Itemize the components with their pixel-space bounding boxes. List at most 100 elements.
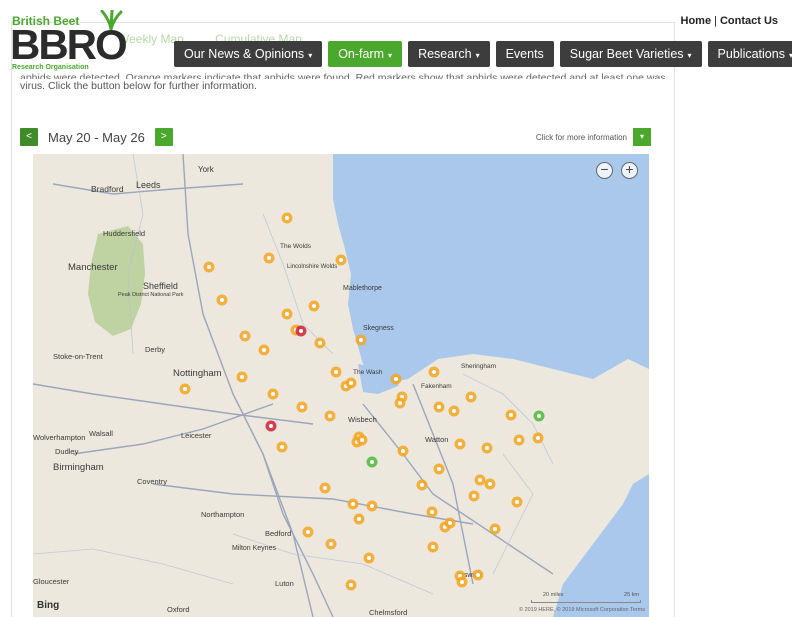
marker-center [262,348,266,352]
map-label: Leeds [136,180,161,190]
nav-our-news-opinions[interactable]: Our News & Opinions ▾ [174,41,323,67]
nav-label: Events [505,47,544,61]
aphid-marker-red[interactable] [295,325,307,337]
aphid-marker-orange[interactable] [474,474,486,486]
aphid-marker-orange[interactable] [258,344,270,356]
aphid-marker-green[interactable] [533,410,545,422]
aphid-marker-orange[interactable] [426,506,438,518]
marker-center [478,478,482,482]
marker-center [370,504,374,508]
aphid-marker-orange[interactable] [454,438,466,450]
aphid-marker-orange[interactable] [355,334,367,346]
marker-center [328,414,332,418]
map-canvas[interactable]: York Bradford Leeds Huddersfield Manchester S… [33,154,649,617]
zoom-out-button[interactable]: − [596,162,613,179]
logo-text-bbro: BBRO [10,21,128,68]
aphid-marker-green[interactable] [366,456,378,468]
marker-center [306,530,310,534]
aphid-marker-orange[interactable] [281,212,293,224]
marker-center [183,387,187,391]
aphid-marker-orange[interactable] [330,366,342,378]
nav-sugar-beet-varieties[interactable]: Sugar Beet Varieties ▾ [559,41,702,67]
nav-events[interactable]: Events [495,41,554,67]
contact-us-link[interactable]: Contact Us [720,15,778,27]
marker-center [437,405,441,409]
aphid-marker-orange[interactable] [319,482,331,494]
marker-center [517,438,521,442]
aphid-marker-orange[interactable] [444,517,456,529]
aphid-marker-orange[interactable] [276,441,288,453]
map-label: The Wolds [280,243,312,250]
aphid-marker-orange[interactable] [511,496,523,508]
marker-center [243,334,247,338]
aphid-marker-orange[interactable] [532,432,544,444]
marker-center [271,392,275,396]
aphid-marker-orange[interactable] [203,261,215,273]
aphid-marker-orange[interactable] [390,373,402,385]
map-label: Chelmsford [369,608,407,617]
aphid-marker-orange[interactable] [513,434,525,446]
nav-research[interactable]: Research ▾ [408,41,490,67]
home-link[interactable]: Home [681,15,712,27]
nav-publications[interactable]: Publications ▾ [707,41,792,67]
aphid-marker-orange[interactable] [236,371,248,383]
aphid-marker-orange[interactable] [433,463,445,475]
aphid-marker-orange[interactable] [416,479,428,491]
more-info-label: Click for more information [535,132,627,142]
next-week-button[interactable]: > [154,128,173,146]
marker-center [420,483,424,487]
aphid-marker-orange[interactable] [505,409,517,421]
aphid-marker-orange[interactable] [325,538,337,550]
aphid-marker-orange[interactable] [308,300,320,312]
aphid-marker-orange[interactable] [356,434,368,446]
marker-center [509,413,513,417]
more-info-dropdown-button[interactable]: ▾ [633,128,651,146]
zoom-in-button[interactable]: + [621,162,638,179]
aphid-marker-orange[interactable] [456,576,468,588]
aphid-marker-orange[interactable] [489,523,501,535]
aphid-marker-orange[interactable] [397,445,409,457]
map-label: Sheffield [143,281,178,291]
aphid-marker-orange[interactable] [302,526,314,538]
aphid-marker-orange[interactable] [345,579,357,591]
marker-center [359,338,363,342]
aphid-marker-orange[interactable] [335,254,347,266]
aphid-marker-orange[interactable] [324,410,336,422]
aphid-marker-orange[interactable] [468,490,480,502]
marker-center [339,258,343,262]
aphid-marker-orange[interactable] [428,366,440,378]
aphid-marker-orange[interactable] [263,252,275,264]
aphid-marker-orange[interactable] [239,330,251,342]
aphid-marker-orange[interactable] [281,308,293,320]
nav-label: Research [418,47,472,61]
aphid-marker-orange[interactable] [345,377,357,389]
aphid-map[interactable]: York Bradford Leeds Huddersfield Manchester S… [33,154,649,617]
aphid-marker-orange[interactable] [481,442,493,454]
aphid-marker-orange[interactable] [216,294,228,306]
aphid-marker-orange[interactable] [472,569,484,581]
map-label: York [198,165,215,174]
aphid-marker-red[interactable] [265,420,277,432]
map-label: Walsall [89,429,113,438]
aphid-marker-orange[interactable] [179,383,191,395]
aphid-marker-orange[interactable] [394,397,406,409]
aphid-marker-orange[interactable] [433,401,445,413]
previous-week-button[interactable]: < [20,128,38,146]
map-label: Oxford [167,605,190,614]
aphid-marker-orange[interactable] [314,337,326,349]
nav-on-farm[interactable]: On-farm ▾ [328,41,403,67]
aphid-marker-orange[interactable] [366,500,378,512]
aphid-marker-orange[interactable] [353,513,365,525]
aphid-marker-orange[interactable] [363,552,375,564]
aphid-marker-orange[interactable] [296,401,308,413]
aphid-marker-orange[interactable] [427,541,439,553]
aphid-marker-orange[interactable] [484,478,496,490]
aphid-marker-orange[interactable] [465,391,477,403]
aphid-marker-orange[interactable] [448,405,460,417]
marker-center [431,545,435,549]
bbro-logo[interactable]: British Beet BBRO Research Organisation [10,10,135,72]
aphid-marker-orange[interactable] [267,388,279,400]
aphid-marker-orange[interactable] [347,498,359,510]
marker-center [357,517,361,521]
chevron-down-icon: ▾ [687,51,692,60]
